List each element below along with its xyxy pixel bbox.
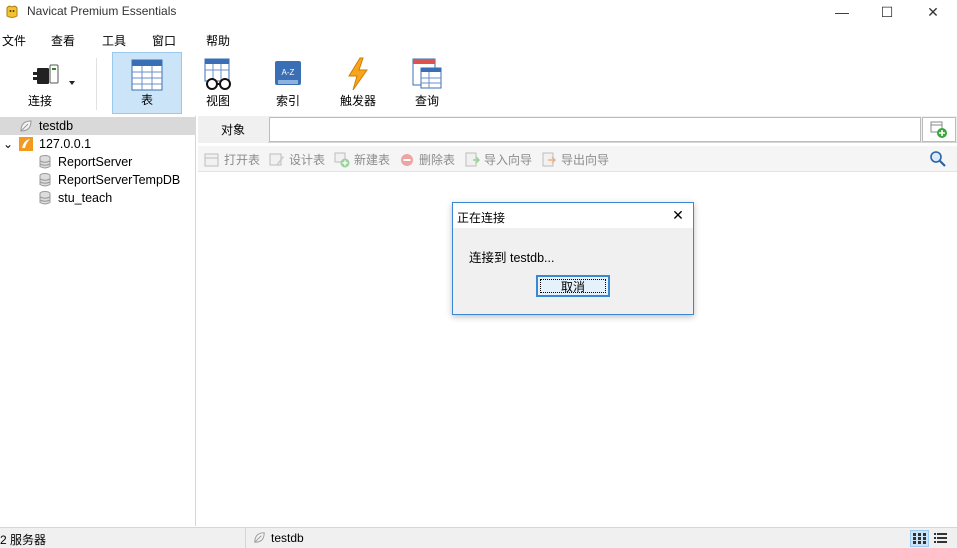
delete-table-icon [401,153,413,166]
export-wizard-button[interactable]: 导出向导 [541,151,609,168]
object-tab-bar: 对象 [198,116,957,143]
database-icon [39,155,51,169]
tree-item-database[interactable]: stu_teach [0,189,196,207]
connect-label: 连接 [27,94,52,108]
search-icon[interactable] [929,150,947,168]
design-table-label: 设计表 [289,153,326,167]
list-view-toggle[interactable] [931,530,950,547]
tree-item-database[interactable]: ReportServer [0,153,196,171]
trigger-tool-label: 触发器 [339,94,376,108]
maximize-button[interactable]: ☐ [864,0,910,24]
open-table-icon [204,153,219,166]
dialog-message: 连接到 testdb... [469,251,555,265]
view-glasses-icon [204,58,231,90]
server-count: 2 服务器 [0,533,47,547]
view-tool-button[interactable]: 视图 [183,52,253,114]
export-wizard-icon [542,152,557,166]
tree-item-label: stu_teach [58,191,113,205]
window-title: Navicat Premium Essentials [27,4,177,18]
table-tool-label: 表 [140,93,153,107]
menu-help[interactable]: 帮助 [206,32,230,49]
grid-view-icon [913,533,926,544]
open-table-label: 打开表 [224,153,261,167]
tree-item-label: ReportServer [58,155,133,169]
dialog-title-bar: 正在连接 ✕ [453,203,693,228]
table-icon [131,59,163,91]
tab-objects[interactable]: 对象 [198,116,268,143]
maximize-icon: ☐ [880,3,894,20]
import-wizard-button[interactable]: 导入向导 [464,151,532,168]
tree-item-testdb[interactable]: testdb [0,117,196,135]
toolbar-separator [96,58,97,110]
tree-item-label: 127.0.0.1 [39,137,92,151]
database-icon [39,173,51,187]
import-wizard-icon [465,152,480,166]
close-icon: ✕ [672,206,684,223]
object-filter-input[interactable] [269,117,921,142]
svg-text:A-Z: A-Z [282,68,295,77]
query-tool-button[interactable]: 查询 [392,52,462,114]
minimize-icon: — [835,4,849,20]
tree-item-label: testdb [39,119,74,133]
status-bar: 2 服务器 testdb [0,527,957,548]
lightning-trigger-icon [348,57,368,91]
cancel-button[interactable]: 取消 [536,275,610,297]
view-tool-label: 视图 [205,94,230,108]
menu-window[interactable]: 窗口 [152,32,176,49]
open-table-button[interactable]: 打开表 [204,151,260,168]
connection-leaf-icon [20,120,32,132]
new-table-icon [334,152,350,167]
navicat-logo-icon [6,5,18,18]
dialog-close-button[interactable]: ✕ [669,206,687,224]
export-wizard-label: 导出向导 [561,153,610,167]
status-connection: testdb [252,530,304,545]
import-wizard-label: 导入向导 [484,153,533,167]
tree-item-database[interactable]: ReportServerTempDB [0,171,196,189]
menu-bar: 文件 查看 工具 窗口 帮助 [0,28,957,50]
status-divider [245,528,246,548]
connecting-dialog: 正在连接 ✕ 连接到 testdb... 取消 [452,202,694,315]
database-icon [39,191,51,205]
connection-tree: testdb ⌄ 127.0.0.1 ReportServer ReportSe… [0,116,196,526]
list-view-icon [934,533,947,543]
design-table-button[interactable]: 设计表 [269,151,325,168]
minimize-button[interactable]: — [819,0,865,24]
design-table-icon [269,153,284,166]
chevron-down-icon[interactable]: ⌄ [0,136,16,152]
query-tool-label: 查询 [414,94,439,108]
dropdown-arrow-icon[interactable] [68,80,76,86]
menu-tools[interactable]: 工具 [102,32,126,49]
title-bar: Navicat Premium Essentials — ☐ ✕ [0,0,957,24]
object-panel: 对象 打开表 设计表 新建表 删除表 导入向导 导出向导 [198,116,957,526]
plug-connection-icon [33,64,59,84]
menu-file[interactable]: 文件 [2,32,26,49]
grid-view-toggle[interactable] [910,530,929,547]
object-action-bar: 打开表 设计表 新建表 删除表 导入向导 导出向导 [198,146,957,172]
menu-view[interactable]: 查看 [51,32,75,49]
trigger-tool-button[interactable]: 触发器 [323,52,393,114]
tree-item-server[interactable]: ⌄ 127.0.0.1 [0,135,196,153]
sqlserver-server-icon [19,137,33,151]
tree-item-label: ReportServerTempDB [58,173,181,187]
new-table-plus-icon [930,121,947,138]
query-icon [412,58,442,89]
connect-button[interactable]: 连接 [10,52,80,114]
connection-leaf-icon [254,532,265,543]
delete-table-button[interactable]: 删除表 [399,151,455,168]
main-toolbar: 连接 表 视图 A-Z 索引 触发器 查询 [0,52,957,115]
index-az-icon: A-Z [275,61,301,85]
table-tool-button[interactable]: 表 [112,52,182,114]
tab-objects-label: 对象 [220,123,245,137]
status-connection-label: testdb [271,530,304,545]
new-table-button[interactable]: 新建表 [334,151,390,168]
index-tool-button[interactable]: A-Z 索引 [253,52,323,114]
dialog-title: 正在连接 [457,211,506,225]
new-object-button[interactable] [922,117,956,142]
index-tool-label: 索引 [275,94,300,108]
close-icon: ✕ [927,3,939,20]
new-table-label: 新建表 [354,153,391,167]
close-window-button[interactable]: ✕ [910,0,956,24]
delete-table-label: 删除表 [419,153,456,167]
